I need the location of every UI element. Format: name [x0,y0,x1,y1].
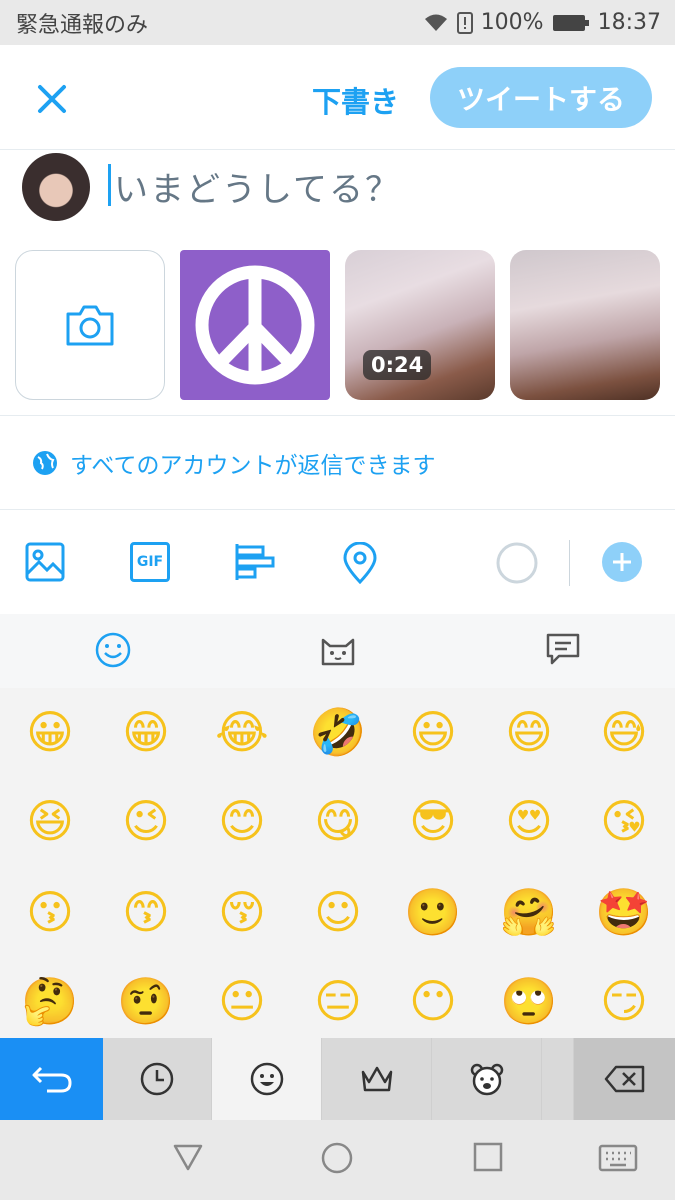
emoji-key[interactable]: ☺ [308,882,368,942]
recents-square-icon[interactable] [473,1142,503,1172]
globe-icon [33,450,57,475]
gif-icon[interactable]: GIF [130,542,170,582]
emoji-key[interactable]: 😚 [212,882,272,942]
back-key[interactable] [0,1038,103,1120]
draft-button[interactable]: 下書き [312,79,399,121]
reply-setting[interactable]: すべてのアカウントが返信できます [0,415,675,510]
back-arrow-icon [32,1066,71,1093]
compose-header: 下書き ツイートする [0,45,675,150]
emoji-key[interactable]: 😃 [403,702,463,762]
sticker-tab[interactable] [545,632,581,666]
emoji-key[interactable]: 🤩 [594,882,654,942]
emoji-key[interactable]: 🤔 [20,971,80,1031]
toolbar-divider [569,540,570,586]
emoji-key[interactable]: 🤣 [308,702,368,762]
emoji-key[interactable]: 🙂 [403,882,463,942]
media-thumbnail-video[interactable]: 0:24 [345,250,495,400]
camera-icon [66,305,114,346]
emoji-key[interactable]: 😊 [212,791,272,851]
emoji-key[interactable]: 😎 [403,791,463,851]
status-icons: 100% 18:37 [423,10,661,35]
keyboard-spacer [542,1038,574,1120]
battery-text: 100% [480,10,544,35]
emoji-key[interactable]: 😆 [20,791,80,851]
crown-icon [361,1066,392,1092]
battery-icon [552,14,589,31]
location-icon[interactable] [342,542,378,584]
clock-icon [140,1062,174,1096]
peace-sign-icon [195,265,315,385]
smiley-icon [250,1062,283,1096]
crown-key[interactable] [322,1038,432,1120]
avatar[interactable] [22,153,90,221]
smileys-key[interactable] [212,1038,322,1120]
emoji-key[interactable]: 😋 [308,791,368,851]
char-count-ring [496,542,538,584]
status-bar: 緊急通報のみ 100% 18:37 [0,0,675,45]
tweet-text-input[interactable]: いまどうしてる？ [114,162,401,211]
wifi-icon [424,14,447,31]
emoji-key[interactable]: 😑 [308,971,368,1031]
poll-icon[interactable] [234,542,276,582]
emoji-key[interactable]: 😍 [499,791,559,851]
image-icon[interactable] [25,542,65,582]
system-nav-bar [0,1120,675,1200]
emoji-key[interactable]: 🤨 [116,971,176,1031]
emoji-key[interactable]: 😉 [116,791,176,851]
media-thumbnail-peace[interactable] [180,250,330,400]
add-tweet-button[interactable] [601,541,643,583]
reply-setting-label: すべてのアカウントが返信できます [70,452,436,479]
emoji-key[interactable]: 😐 [212,971,272,1031]
home-circle-icon[interactable] [321,1142,353,1174]
alert-icon [456,11,473,34]
bear-icon [470,1063,503,1096]
emoji-key[interactable]: 😅 [594,702,654,762]
compose-area: いまどうしてる？ [0,150,675,240]
emoji-key[interactable]: 😏 [594,971,654,1031]
media-picker: 0:24 [0,250,675,400]
emoji-key[interactable]: 😗 [20,882,80,942]
keyboard-bottom-row [0,1038,675,1120]
emoji-key[interactable]: 🤗 [499,882,559,942]
kaomoji-tab[interactable] [319,632,357,668]
emoji-key[interactable]: 🙄 [499,971,559,1031]
camera-button[interactable] [15,250,165,400]
delete-key[interactable] [574,1038,675,1120]
text-caret [108,164,111,206]
back-triangle-icon[interactable] [172,1142,204,1172]
recent-key[interactable] [103,1038,212,1120]
emoji-key[interactable]: 😙 [116,882,176,942]
emoji-key[interactable]: 😶 [403,971,463,1031]
animal-key[interactable] [432,1038,542,1120]
emoji-tab[interactable] [95,632,131,668]
video-duration-badge: 0:24 [363,350,432,380]
clock-text: 18:37 [597,10,661,35]
media-thumbnail-photo[interactable] [510,250,660,400]
backspace-icon [604,1065,644,1093]
emoji-grid: 😀 😁 😂 🤣 😃 😄 😅 😆 😉 😊 😋 😎 😍 😘 😗 😙 😚 ☺ 🙂 🤗 🤩 🤔 🤨 😐 😑 😶 🙄 😏 [0,688,675,1038]
keyboard-switch-icon[interactable] [598,1144,638,1172]
tweet-button[interactable]: ツイートする [430,67,652,128]
emoji-key[interactable]: 😀 [20,702,80,762]
emoji-key[interactable]: 😘 [594,791,654,851]
compose-toolbar: GIF [0,510,675,614]
emoji-key[interactable]: 😂 [212,702,272,762]
emoji-key[interactable]: 😄 [499,702,559,762]
close-icon[interactable] [30,77,74,121]
keyboard-category-tabs [0,614,675,688]
carrier-text: 緊急通報のみ [16,12,149,38]
emoji-key[interactable]: 😁 [116,702,176,762]
